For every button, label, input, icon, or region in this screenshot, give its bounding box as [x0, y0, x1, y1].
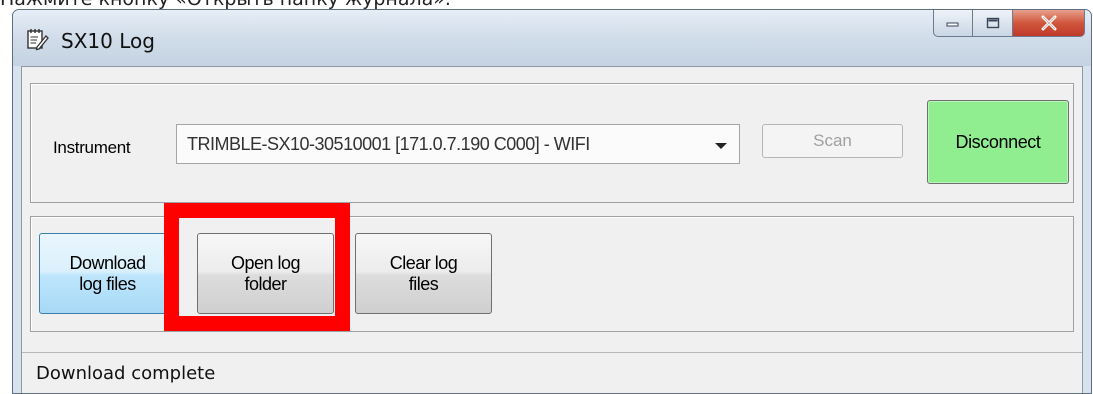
clear-log-files-button[interactable]: Clear log files: [355, 233, 492, 314]
instrument-select[interactable]: TRIMBLE-SX10-30510001 [171.0.7.190 C000]…: [176, 124, 740, 164]
instrument-label: Instrument: [53, 138, 131, 157]
clear-button-line2: files: [408, 273, 439, 294]
disconnect-button[interactable]: Disconnect: [927, 100, 1069, 184]
status-text: Download complete: [36, 363, 216, 384]
download-button-line1: Download: [69, 252, 146, 273]
sx10-log-window: SX10 Log Instrument TRIMBLE-SX10-3051000…: [12, 9, 1092, 394]
title-bar[interactable]: SX10 Log: [13, 10, 1091, 66]
close-button[interactable]: [1013, 10, 1085, 37]
log-actions-group: Download log files Open log folder Clear…: [30, 216, 1074, 332]
scan-button[interactable]: Scan: [762, 124, 903, 158]
maximize-button[interactable]: [973, 10, 1013, 37]
notepad-pencil-icon: [27, 29, 49, 51]
status-bar: Download complete: [22, 352, 1082, 393]
instrument-select-value: TRIMBLE-SX10-30510001 [171.0.7.190 C000]…: [187, 134, 590, 154]
maximize-icon: [986, 17, 999, 29]
chevron-down-icon: [715, 143, 727, 149]
minimize-button[interactable]: [933, 10, 973, 37]
instrument-group: Instrument TRIMBLE-SX10-30510001 [171.0.…: [30, 83, 1074, 203]
minimize-icon: [946, 22, 959, 27]
window-controls: [933, 10, 1085, 40]
open-log-folder-button[interactable]: Open log folder: [197, 233, 334, 314]
open-button-line2: folder: [244, 273, 287, 294]
download-log-files-button[interactable]: Download log files: [39, 233, 176, 314]
clear-button-line1: Clear log: [389, 252, 458, 273]
client-area: Instrument TRIMBLE-SX10-30510001 [171.0.…: [21, 66, 1083, 393]
download-button-line2: log files: [79, 273, 136, 294]
window-title: SX10 Log: [61, 29, 155, 53]
open-button-line1: Open log: [230, 252, 301, 273]
close-icon: [1041, 15, 1056, 31]
